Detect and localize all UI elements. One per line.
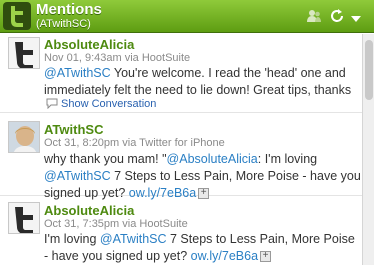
show-conversation-link[interactable]: Show Conversation <box>46 98 156 112</box>
tweet-author[interactable]: ATwithSC <box>44 122 103 137</box>
tweet-item[interactable]: AbsoluteAlicia Nov 01, 9:43am via HootSu… <box>0 34 362 113</box>
column-subtitle: (ATwithSC) <box>36 18 91 30</box>
avatar[interactable] <box>8 121 40 153</box>
tweet-author[interactable]: AbsoluteAlicia <box>44 203 134 218</box>
tweet-item[interactable]: AbsoluteAlicia Oct 31, 7:35pm via HootSu… <box>0 197 362 265</box>
tweet-text: why thank you mam! "@AbsoluteAlicia: I'm… <box>44 151 362 202</box>
tweet-body: why thank you mam! " <box>44 152 167 166</box>
mention-link[interactable]: @ATwithSC <box>44 66 111 80</box>
avatar[interactable] <box>8 202 40 234</box>
tweet-body: I'm loving <box>44 232 100 246</box>
scrollbar[interactable] <box>362 34 374 265</box>
user-icon[interactable] <box>306 8 322 29</box>
column-title: Mentions <box>36 1 102 18</box>
expand-link-icon[interactable]: + <box>260 251 272 263</box>
short-url-link[interactable]: ow.ly/7eB6a <box>191 249 258 263</box>
show-conversation-label: Show Conversation <box>61 98 157 110</box>
twitter-logo-icon <box>3 2 31 30</box>
tweet-meta: Oct 31, 7:35pm via HootSuite <box>44 218 188 230</box>
tweet-list: AbsoluteAlicia Nov 01, 9:43am via HootSu… <box>0 34 374 265</box>
tweet-meta: Nov 01, 9:43am via HootSuite <box>44 52 191 64</box>
mention-link[interactable]: @ATwithSC <box>100 232 167 246</box>
mention-link[interactable]: @ATwithSC <box>44 169 111 183</box>
tweet-item[interactable]: ATwithSC Oct 31, 8:20pm via Twitter for … <box>0 114 362 200</box>
avatar[interactable] <box>8 37 40 69</box>
column-header: Mentions (ATwithSC) <box>0 0 374 33</box>
tweet-meta: Oct 31, 8:20pm via Twitter for iPhone <box>44 137 225 149</box>
speech-bubble-icon <box>46 98 58 112</box>
tweet-text: I'm loving @ATwithSC 7 Steps to Less Pai… <box>44 231 362 265</box>
tweet-body: : I'm loving <box>257 152 318 166</box>
tweet-text: @ATwithSC You're welcome. I read the 'he… <box>44 65 362 99</box>
mention-link[interactable]: @AbsoluteAlicia <box>167 152 258 166</box>
chevron-down-icon[interactable] <box>350 11 362 29</box>
scrollbar-thumb[interactable] <box>365 40 373 100</box>
tweet-author[interactable]: AbsoluteAlicia <box>44 37 134 52</box>
mentions-panel: Mentions (ATwithSC) AbsoluteAlicia Nov 0… <box>0 0 374 265</box>
refresh-icon[interactable] <box>329 8 345 29</box>
